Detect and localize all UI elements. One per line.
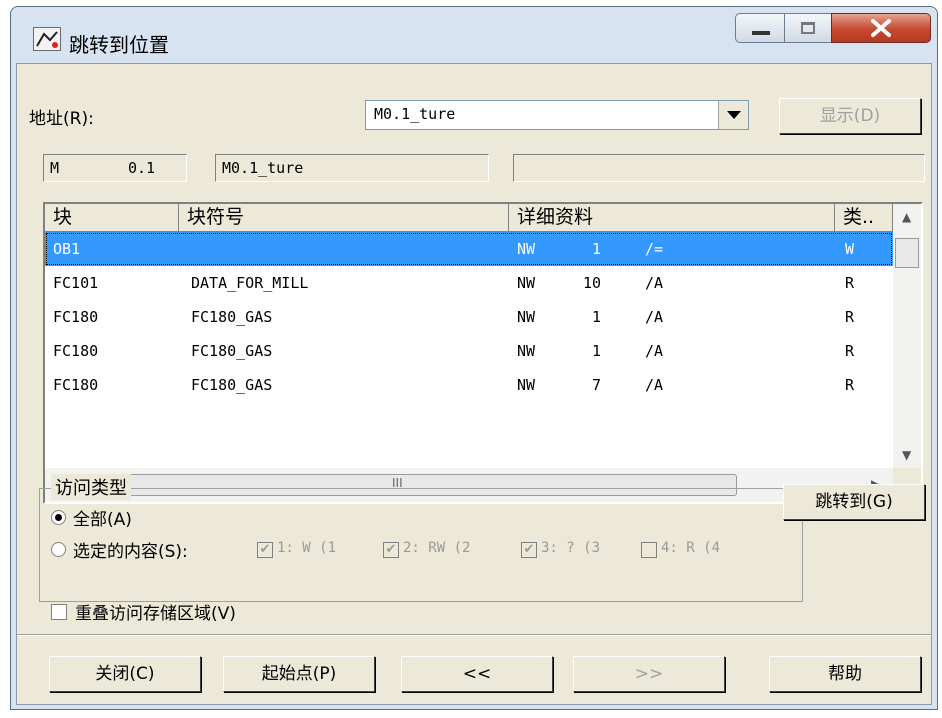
minimize-icon: [752, 31, 770, 35]
column-header-details[interactable]: 详细资料: [509, 204, 835, 232]
goto-button[interactable]: 跳转到(G): [783, 484, 925, 520]
checkbox-access-1[interactable]: ✔: [257, 542, 273, 558]
cell-block: FC180: [53, 308, 99, 326]
previous-button[interactable]: <<: [401, 656, 553, 692]
cell-num: 7: [591, 376, 601, 394]
cell-nw: NW: [517, 376, 536, 394]
column-header-type[interactable]: 类..: [835, 204, 893, 232]
address-combo-value: M0.1_ture: [374, 105, 456, 123]
maximize-button[interactable]: [784, 13, 832, 43]
table-row[interactable]: OB1 NW 1 /= W: [45, 232, 893, 266]
title-bar[interactable]: 跳转到位置: [11, 7, 937, 63]
close-button[interactable]: 关闭(C): [49, 656, 201, 692]
cell-op: /A: [645, 308, 664, 326]
cell-symbol: DATA_FOR_MILL: [191, 274, 309, 292]
cell-num: 1: [591, 342, 601, 360]
scroll-down-icon[interactable]: ▼: [902, 448, 911, 462]
close-window-button[interactable]: [831, 13, 931, 43]
cell-nw: NW: [517, 308, 536, 326]
access-type-legend: 访问类型: [51, 474, 131, 500]
cell-nw: NW: [517, 274, 536, 292]
vertical-scroll-thumb[interactable]: [895, 238, 919, 268]
address-type-value: M: [50, 159, 60, 177]
window-title: 跳转到位置: [69, 33, 169, 57]
cell-type: R: [845, 308, 855, 326]
cell-block: FC180: [53, 376, 99, 394]
cell-symbol: FC180_GAS: [191, 308, 273, 326]
checkbox-access-2[interactable]: ✔: [383, 542, 399, 558]
address-symbol-field: M0.1_ture: [215, 154, 489, 182]
next-button[interactable]: >>: [573, 656, 725, 692]
checkbox-access-4-label: 4: R (4: [661, 540, 721, 556]
address-type-field: M 0.1: [43, 154, 187, 182]
cell-op: /=: [645, 240, 664, 258]
checkbox-access-3-label: 3: ? (3: [541, 540, 601, 556]
vertical-scrollbar[interactable]: ▲ ▼: [893, 204, 921, 468]
chevron-down-icon: [727, 111, 741, 119]
cell-block: OB1: [53, 240, 81, 258]
cell-type: W: [845, 240, 855, 258]
overlap-checkbox[interactable]: [51, 604, 67, 620]
address-combobox[interactable]: M0.1_ture: [365, 100, 749, 130]
maximize-icon: [801, 22, 815, 34]
table-row[interactable]: FC180 FC180_GAS NW 1 /A R: [45, 334, 893, 368]
radio-selected[interactable]: [51, 542, 66, 557]
goto-location-dialog: 跳转到位置 地址(R): M0.1_ture 显示(D) M 0.1 M0.1_t…: [10, 6, 938, 710]
cell-num: 10: [582, 274, 601, 292]
table-row[interactable]: FC180 FC180_GAS NW 7 /A R: [45, 368, 893, 402]
radio-all[interactable]: [51, 510, 66, 525]
checkbox-access-3[interactable]: ✔: [521, 542, 537, 558]
help-button[interactable]: 帮助: [769, 656, 921, 692]
check-icon: ✔: [259, 542, 271, 557]
column-header-symbol[interactable]: 块符号: [179, 204, 509, 232]
cell-block: FC101: [53, 274, 99, 292]
reference-list[interactable]: 块 块符号 详细资料 类.. OB1 NW 1 /= W FC101 DATA_…: [43, 202, 923, 504]
cell-type: R: [845, 342, 855, 360]
radio-dot: [55, 514, 62, 521]
cell-symbol: FC180_GAS: [191, 376, 273, 394]
show-button[interactable]: 显示(D): [779, 98, 921, 134]
minimize-button[interactable]: [735, 13, 785, 43]
dialog-client: 地址(R): M0.1_ture 显示(D) M 0.1 M0.1_ture 块 …: [16, 63, 932, 705]
cell-symbol: FC180_GAS: [191, 342, 273, 360]
app-icon: [33, 27, 61, 51]
cell-op: /A: [645, 376, 664, 394]
check-icon: ✔: [385, 542, 397, 557]
cell-nw: NW: [517, 342, 536, 360]
scroll-up-icon[interactable]: ▲: [902, 210, 911, 224]
table-row[interactable]: FC180 FC180_GAS NW 1 /A R: [45, 300, 893, 334]
column-header-block[interactable]: 块: [45, 204, 179, 232]
cell-type: R: [845, 274, 855, 292]
separator: [17, 634, 931, 636]
start-point-button[interactable]: 起始点(P): [223, 656, 375, 692]
cell-op: /A: [645, 274, 664, 292]
checkbox-access-1-label: 1: W (1: [277, 540, 337, 556]
checkbox-access-4[interactable]: [641, 542, 657, 558]
cell-num: 1: [591, 240, 601, 258]
combo-dropdown-button[interactable]: [718, 101, 748, 129]
cell-type: R: [845, 376, 855, 394]
overlap-label[interactable]: 重叠访问存储区域(V): [75, 599, 236, 624]
cell-nw: NW: [517, 240, 536, 258]
table-row[interactable]: FC101 DATA_FOR_MILL NW 10 /A R: [45, 266, 893, 300]
close-icon: [871, 19, 891, 37]
cell-op: /A: [645, 342, 664, 360]
cell-block: FC180: [53, 342, 99, 360]
radio-selected-label[interactable]: 选定的内容(S):: [73, 537, 188, 562]
checkbox-access-2-label: 2: RW (2: [403, 540, 471, 556]
address-label: 地址(R):: [29, 109, 94, 129]
check-icon: ✔: [523, 542, 535, 557]
address-extra-field: [513, 154, 925, 182]
address-offset-value: 0.1: [128, 159, 156, 177]
radio-all-label[interactable]: 全部(A): [73, 505, 132, 530]
cell-num: 1: [591, 308, 601, 326]
